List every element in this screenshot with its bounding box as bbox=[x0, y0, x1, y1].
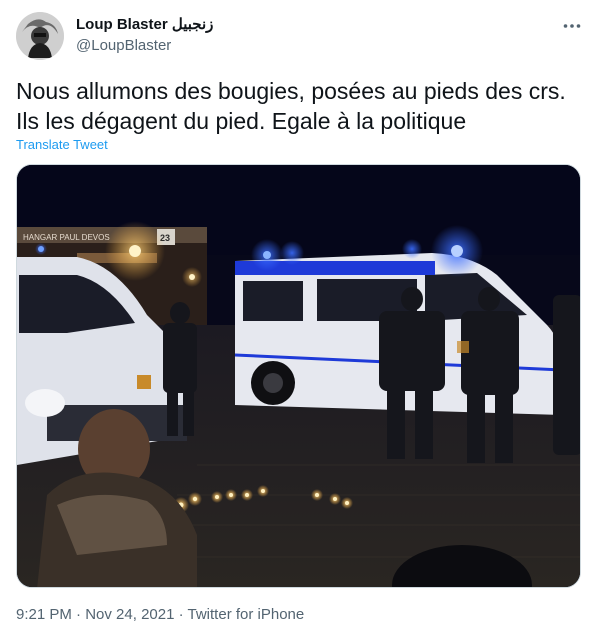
tweet-source[interactable]: Twitter for iPhone bbox=[188, 606, 305, 623]
more-horizontal-icon bbox=[563, 24, 581, 28]
more-options-button[interactable] bbox=[556, 12, 588, 40]
night-scene-photo: HANGAR PAUL DEVOS 23 bbox=[17, 165, 580, 587]
avatar[interactable] bbox=[16, 12, 64, 60]
tweet-time[interactable]: 9:21 PM bbox=[16, 606, 72, 623]
author-handle[interactable]: @LoupBlaster bbox=[76, 37, 171, 54]
tweet-photo[interactable]: HANGAR PAUL DEVOS 23 bbox=[16, 164, 581, 588]
meta-separator: · bbox=[71, 606, 86, 623]
author-display-name[interactable]: Loup Blaster زنجبيل bbox=[76, 15, 213, 33]
tweet-text: Nous allumons des bougies, posées au pie… bbox=[16, 76, 582, 136]
tweet-meta: 9:21 PM · Nov 24, 2021 · Twitter for iPh… bbox=[16, 606, 304, 623]
avatar-image bbox=[16, 12, 64, 60]
meta-separator: · bbox=[174, 606, 188, 623]
tweet-text-line-1: Nous allumons des bougies, posées au pie… bbox=[16, 78, 566, 104]
tweet-date[interactable]: Nov 24, 2021 bbox=[85, 606, 174, 623]
translate-tweet-link[interactable]: Translate Tweet bbox=[16, 137, 108, 152]
tweet-card: Loup Blaster زنجبيل @LoupBlaster Nous al… bbox=[0, 0, 598, 631]
tweet-text-line-2: Ils les dégagent du pied. Egale à la pol… bbox=[16, 108, 467, 134]
hangar-sign: HANGAR PAUL DEVOS bbox=[23, 233, 110, 242]
